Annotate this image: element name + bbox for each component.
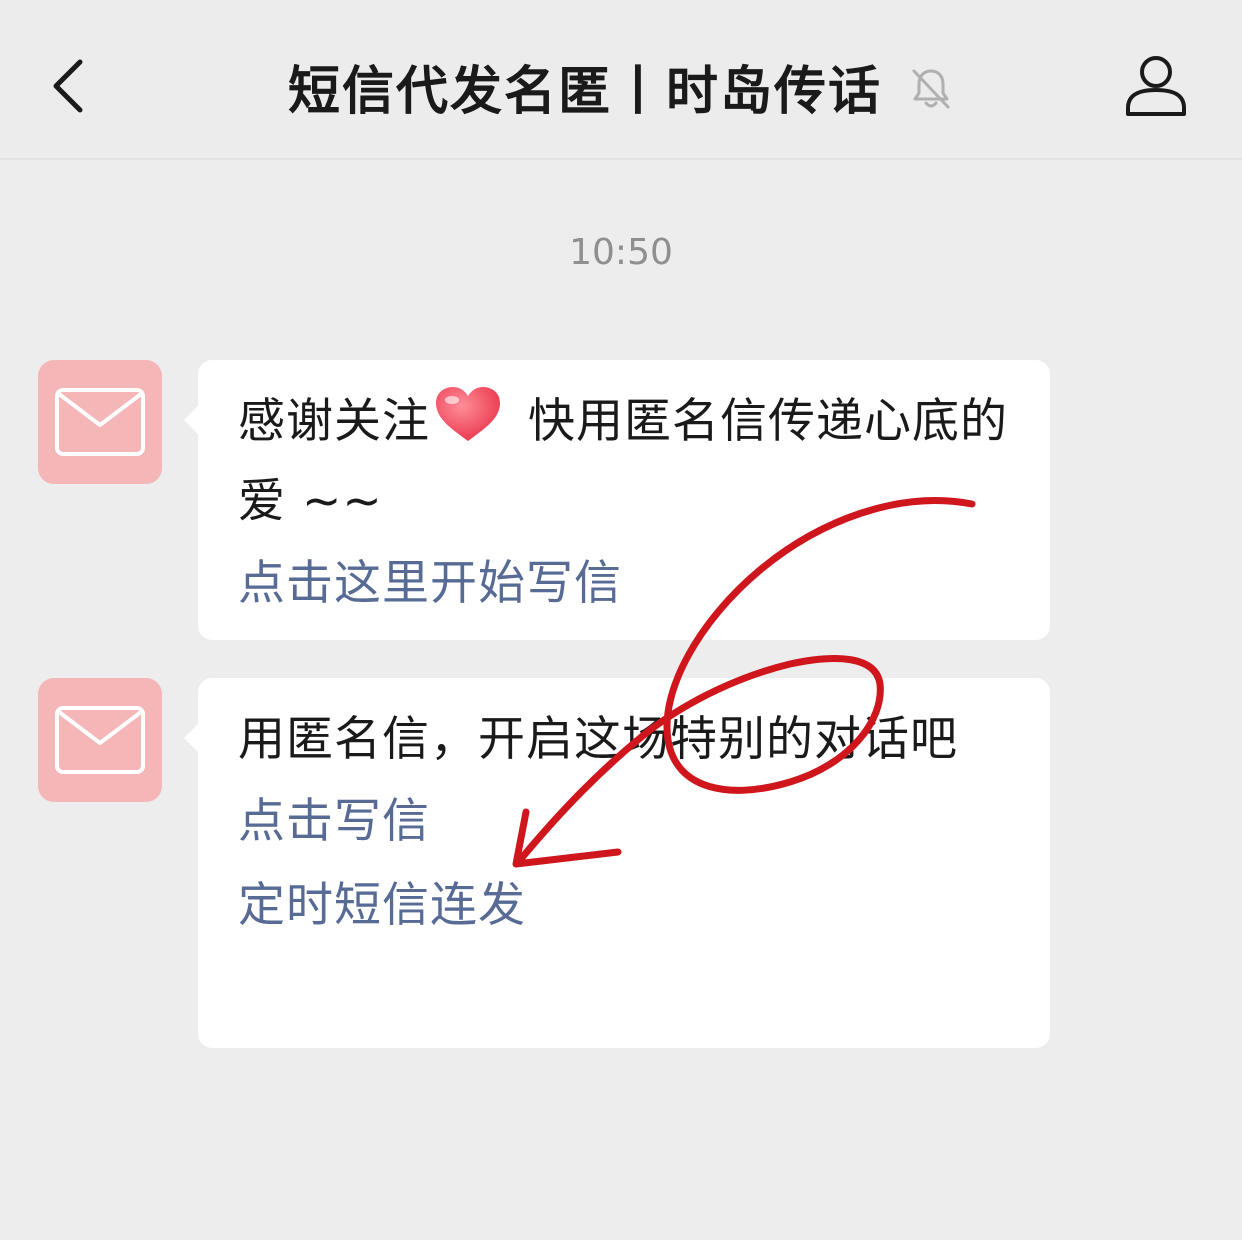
message-text: 感谢关注 快用匿名信传递心底的爱 ~~ — [238, 382, 1010, 542]
message-text: 用匿名信，开启这场特别的对话吧 — [238, 712, 958, 767]
scheduled-sms-link[interactable]: 定时短信连发 — [238, 864, 1010, 948]
profile-button[interactable] — [1118, 50, 1194, 126]
person-icon — [1126, 56, 1186, 116]
message-text-part: 感谢关注 — [238, 394, 430, 449]
message-bubble: 感谢关注 快用匿名信传递心底的爱 ~~ 点击这里开始写信 — [184, 360, 1050, 640]
write-letter-link[interactable]: 点击写信 — [238, 780, 1010, 864]
message-timestamp: 10:50 — [569, 232, 673, 273]
title-area: 短信代发名匿丨时岛传话 — [0, 48, 1242, 124]
message-bubble: 用匿名信，开启这场特别的对话吧 点击写信 定时短信连发 — [184, 678, 1050, 1048]
sender-avatar[interactable] — [38, 678, 162, 802]
start-writing-link[interactable]: 点击这里开始写信 — [238, 542, 1010, 626]
chat-title: 短信代发名匿丨时岛传话 — [287, 61, 882, 122]
sender-avatar[interactable] — [38, 360, 162, 484]
heart-emoji-icon — [436, 387, 500, 441]
chat-header: 短信代发名匿丨时岛传话 — [0, 0, 1242, 160]
envelope-icon — [55, 388, 145, 456]
envelope-icon — [55, 706, 145, 774]
bell-muted-icon — [912, 69, 950, 109]
